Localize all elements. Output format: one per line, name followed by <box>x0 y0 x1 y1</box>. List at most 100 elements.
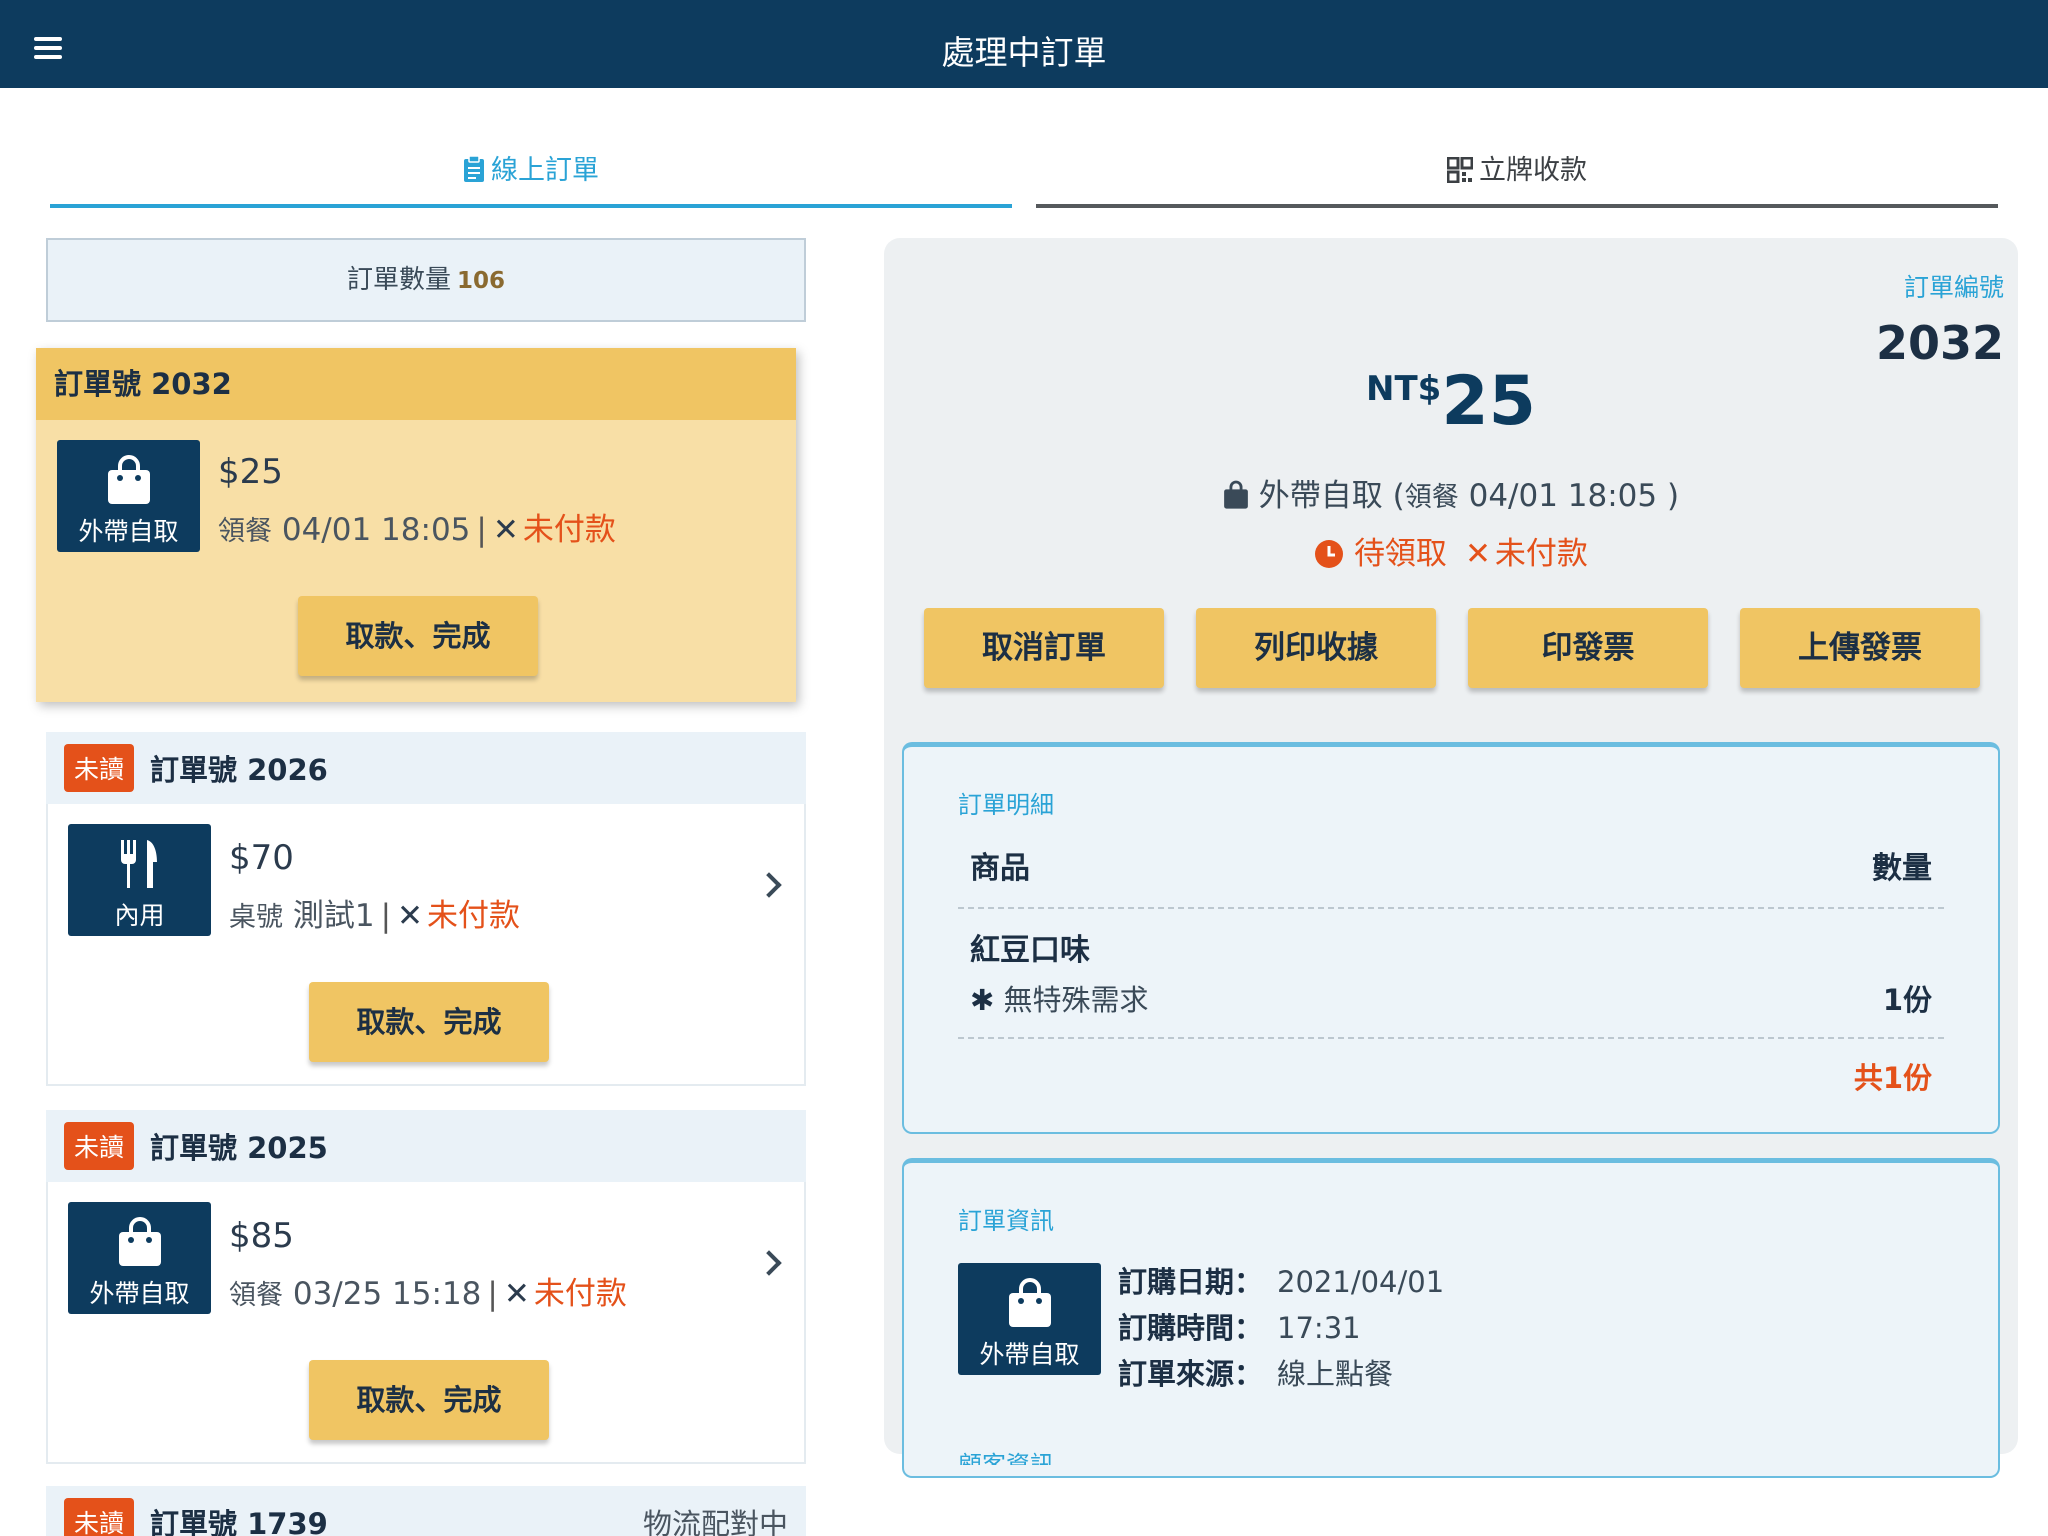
separator: | <box>380 898 392 934</box>
order-info: 領餐 04/01 18:05 | ✕ 未付款 <box>218 504 616 549</box>
pickup-time: 04/01 18:05 <box>1468 478 1658 514</box>
order-card-header: 未讀 訂單號 1739 物流配對中 <box>46 1486 806 1536</box>
x-icon: ✕ <box>1464 536 1491 572</box>
section-title: 訂單明細 <box>958 791 1054 819</box>
order-info-section: 訂單資訊 外帶自取 訂購日期： 2021/04/01 訂購時間： 17:31 訂單來… <box>902 1158 2000 1478</box>
item-note: ✱ 無特殊需求 <box>970 977 1149 1019</box>
print-invoice-button[interactable]: 印發票 <box>1468 608 1708 688</box>
status-unpaid: 未付款 <box>1494 536 1588 572</box>
unread-badge: 未讀 <box>64 744 135 792</box>
status-waiting: 待領取 <box>1353 536 1447 572</box>
order-count-label: 訂單數量 <box>346 265 451 295</box>
fork-knife-icon <box>120 840 157 888</box>
order-card-body: 內用 $70 桌號 測試1 | ✕ 未付款 取款、完成 <box>46 804 806 1086</box>
order-source-row: 訂單來源： 線上點餐 <box>1118 1351 1393 1393</box>
order-info-value: 測試1 <box>292 898 375 934</box>
item-name: 紅豆口味 <box>970 933 1090 968</box>
qr-code-icon <box>1446 156 1474 184</box>
pickup-line: 外帶自取 (領餐 04/01 18:05 ) <box>884 470 2018 515</box>
pickup-type: 外帶自取 <box>1258 478 1383 514</box>
order-info: 桌號 測試1 | ✕ 未付款 <box>229 890 520 935</box>
chevron-right-icon[interactable] <box>756 1250 782 1276</box>
order-type-label: 外帶自取 <box>89 1279 190 1308</box>
order-info-prefix: 桌號 <box>229 902 283 933</box>
order-count-value: 106 <box>457 268 506 294</box>
collect-complete-button[interactable]: 取款、完成 <box>309 982 549 1062</box>
tab-qr-payment[interactable]: 立牌收款 <box>1036 148 1998 208</box>
order-amount: NT$25 <box>884 362 2018 441</box>
order-date: 2021/04/01 <box>1277 1265 1445 1299</box>
order-card-header: 訂單號 2032 <box>36 348 796 420</box>
amount-value: 25 <box>1441 362 1536 441</box>
order-card[interactable]: 未讀 訂單號 2025 外帶自取 $85 領餐 03/25 15:18 | ✕ 未付款… <box>46 1110 806 1464</box>
separator: | <box>487 1276 498 1312</box>
clock-icon <box>1315 540 1344 568</box>
order-number-label: 訂單編號 <box>1903 273 2004 302</box>
order-time-row: 訂購時間： 17:31 <box>1118 1305 1361 1347</box>
payment-status: 未付款 <box>522 512 616 548</box>
total-qty: 共1份 <box>1853 1061 1932 1095</box>
divider <box>958 907 1944 909</box>
print-receipt-button[interactable]: 列印收據 <box>1196 608 1436 688</box>
order-card-header: 未讀 訂單號 2026 <box>46 732 806 804</box>
chevron-right-icon[interactable] <box>756 872 782 898</box>
collect-complete-button[interactable]: 取款、完成 <box>298 596 538 676</box>
cancel-order-button[interactable]: 取消訂單 <box>924 608 1164 688</box>
order-date-row: 訂購日期： 2021/04/01 <box>1118 1259 1444 1301</box>
top-bar: 處理中訂單 <box>0 0 2048 88</box>
unread-badge: 未讀 <box>64 1122 135 1170</box>
order-source-label: 訂單來源： <box>1118 1357 1264 1391</box>
order-info-value: 04/01 18:05 <box>281 512 471 548</box>
column-item: 商品 <box>970 851 1030 886</box>
order-card-body: 外帶自取 $85 領餐 03/25 15:18 | ✕ 未付款 取款、完成 <box>46 1182 806 1464</box>
shopping-bag-icon <box>1008 1278 1051 1327</box>
order-number: 訂單號 1739 <box>150 1507 328 1536</box>
currency: NT$ <box>1366 369 1442 409</box>
order-price: $85 <box>229 1216 294 1256</box>
separator: | <box>476 512 487 548</box>
order-price: $70 <box>229 838 294 878</box>
order-card-selected[interactable]: 訂單號 2032 外帶自取 $25 領餐 04/01 18:05 | ✕ 未付款 取款… <box>36 348 796 702</box>
order-info: 領餐 03/25 15:18 | ✕ 未付款 <box>229 1268 627 1313</box>
asterisk-icon: ✱ <box>970 983 995 1017</box>
clipboard-icon <box>464 155 484 182</box>
order-type-label: 內用 <box>114 901 165 930</box>
item-note-text: 無特殊需求 <box>1003 983 1149 1017</box>
tab-online-orders[interactable]: 線上訂單 <box>50 148 1012 208</box>
shopping-bag-icon <box>107 455 150 504</box>
order-info-prefix: 領餐 <box>229 1280 283 1311</box>
status-line: 待領取 ✕ 未付款 <box>884 528 2018 573</box>
order-time-label: 訂購時間： <box>1118 1311 1264 1345</box>
order-time: 17:31 <box>1277 1311 1361 1345</box>
order-detail-panel: 訂單編號 2032 NT$25 外帶自取 (領餐 04/01 18:05 ) 待… <box>884 238 2018 1478</box>
x-icon: ✕ <box>492 512 519 548</box>
order-type-label: 外帶自取 <box>979 1340 1080 1369</box>
order-type-badge: 內用 <box>68 824 211 936</box>
order-card[interactable]: 未讀 訂單號 1739 物流配對中 <box>46 1486 806 1536</box>
payment-status: 未付款 <box>533 1276 627 1312</box>
tab-qr-label: 立牌收款 <box>1479 155 1587 186</box>
order-source: 線上點餐 <box>1277 1357 1394 1391</box>
section-title: 訂單資訊 <box>958 1207 1054 1235</box>
pickup-open-paren: ( <box>1392 478 1405 514</box>
pickup-close-paren: ) <box>1666 478 1680 514</box>
x-icon: ✕ <box>503 1276 530 1312</box>
order-card-header: 未讀 訂單號 2025 <box>46 1110 806 1182</box>
section-title-customer: 顧客資訊 <box>958 1451 1054 1465</box>
order-items-section: 訂單明細 商品 數量 紅豆口味 ✱ 無特殊需求 1份 共1份 <box>902 742 2000 1134</box>
order-type-badge: 外帶自取 <box>958 1263 1101 1375</box>
order-price: $25 <box>218 452 283 492</box>
unread-badge: 未讀 <box>64 1498 135 1536</box>
collect-complete-button[interactable]: 取款、完成 <box>309 1360 549 1440</box>
order-count-box: 訂單數量 106 <box>46 238 806 322</box>
order-type-badge: 外帶自取 <box>68 1202 211 1314</box>
order-number: 訂單號 2025 <box>150 1131 328 1165</box>
upload-invoice-button[interactable]: 上傳發票 <box>1740 608 1980 688</box>
page-title: 處理中訂單 <box>941 33 1107 72</box>
delivery-status: 物流配對中 <box>642 1507 788 1536</box>
column-qty: 數量 <box>1872 851 1932 886</box>
shopping-bag-icon <box>118 1217 161 1266</box>
order-card[interactable]: 未讀 訂單號 2026 內用 $70 桌號 測試1 | ✕ 未付款 取款、完成 <box>46 732 806 1086</box>
order-type-badge: 外帶自取 <box>57 440 200 552</box>
shopping-bag-icon <box>1224 480 1248 509</box>
